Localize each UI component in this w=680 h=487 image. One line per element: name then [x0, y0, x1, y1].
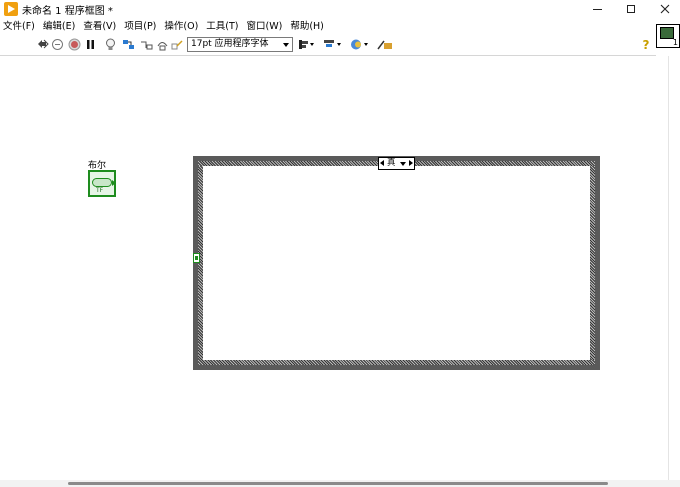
menu-operate[interactable]: 操作(O): [161, 19, 203, 35]
vertical-scrollbar[interactable]: [668, 56, 680, 480]
increment-arrow-icon[interactable]: [409, 160, 413, 166]
menu-bar: 文件(F) 编辑(E) 查看(V) 项目(P) 操作(O) 工具(T) 窗口(W…: [0, 19, 680, 35]
abort-icon[interactable]: [68, 38, 81, 51]
menu-file[interactable]: 文件(F): [0, 19, 40, 35]
toggle-switch-icon: [92, 178, 112, 187]
cleanup-diagram-icon[interactable]: [376, 38, 394, 51]
font-size-select-value: 17pt 应用程序字体: [191, 39, 269, 49]
minimize-button[interactable]: [580, 0, 614, 18]
window-title: 未命名 1 程序框图 *: [22, 6, 113, 17]
horizontal-scrollbar-thumb[interactable]: [68, 482, 608, 485]
decrement-arrow-icon[interactable]: [380, 160, 384, 166]
maximize-button[interactable]: [614, 0, 648, 18]
chevron-down-icon: [283, 43, 289, 47]
retain-wire-values-icon[interactable]: [122, 38, 135, 51]
title-bar: 未命名 1 程序框图 *: [0, 0, 680, 18]
highlight-execution-icon[interactable]: [104, 38, 117, 51]
menu-window[interactable]: 窗口(W): [244, 19, 288, 35]
labview-app-icon: [4, 2, 18, 16]
vi-icon-screen: [660, 27, 674, 39]
case-selector-label[interactable]: 真: [378, 157, 415, 170]
close-button[interactable]: [648, 0, 680, 18]
menu-view[interactable]: 查看(V): [80, 19, 121, 35]
case-selector-terminal[interactable]: [193, 253, 200, 263]
horizontal-scrollbar[interactable]: [0, 480, 680, 487]
context-help-button[interactable]: ?: [640, 38, 652, 52]
align-objects-icon[interactable]: [298, 38, 316, 51]
step-out-icon[interactable]: [171, 38, 184, 51]
vi-icon-number: 1: [672, 38, 678, 47]
chevron-down-icon[interactable]: [400, 162, 406, 166]
maximize-icon: [627, 5, 635, 13]
step-into-icon[interactable]: [140, 38, 153, 51]
reorder-icon[interactable]: [350, 38, 370, 51]
boolean-type-label: TF: [96, 187, 104, 194]
output-arrow-icon: [112, 180, 116, 186]
case-selector-value: 真: [387, 158, 396, 168]
run-continuously-icon[interactable]: [51, 38, 64, 51]
run-icon[interactable]: [36, 38, 49, 51]
pause-icon[interactable]: [84, 38, 97, 51]
close-icon: [660, 4, 670, 14]
menu-project[interactable]: 项目(P): [121, 19, 161, 35]
minimize-icon: [592, 8, 602, 10]
menu-tools[interactable]: 工具(T): [203, 19, 243, 35]
case-structure[interactable]: [193, 156, 600, 370]
menu-help[interactable]: 帮助(H): [287, 19, 329, 35]
labview-block-diagram-window: 未命名 1 程序框图 * 文件(F) 编辑(E) 查看(V) 项目(P) 操作(…: [0, 0, 680, 487]
font-size-select[interactable]: 17pt 应用程序字体: [187, 37, 293, 52]
step-over-icon[interactable]: [156, 38, 169, 51]
boolean-control-terminal[interactable]: TF: [88, 170, 116, 197]
toolbar: [0, 35, 680, 54]
menu-edit[interactable]: 编辑(E): [40, 19, 80, 35]
distribute-objects-icon[interactable]: [323, 38, 343, 51]
vi-icon[interactable]: 1: [656, 24, 680, 48]
